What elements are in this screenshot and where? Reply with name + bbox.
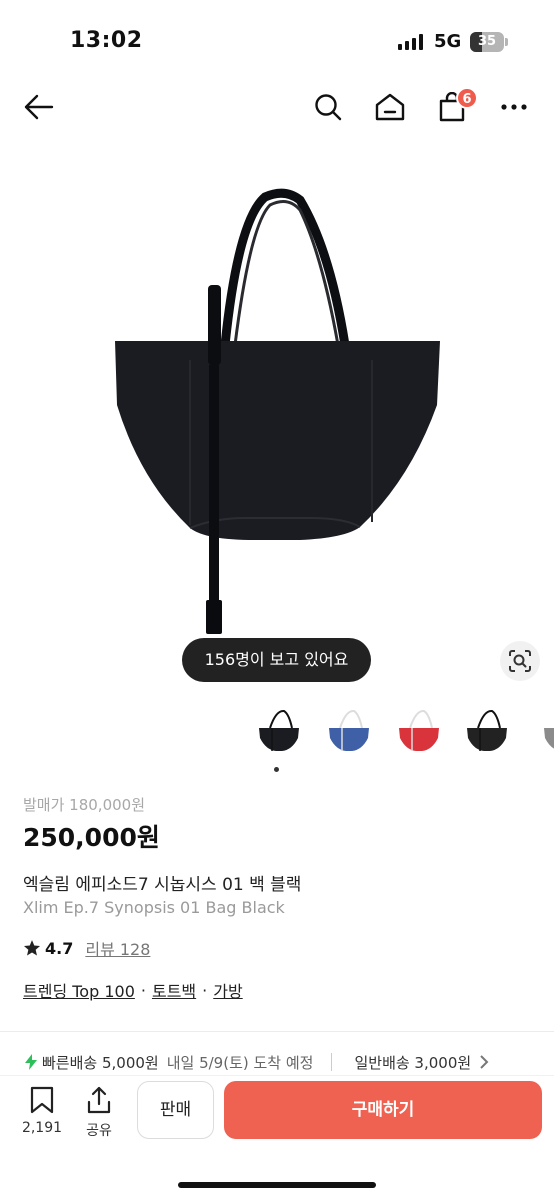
buy-button[interactable]: 구매하기 <box>224 1081 542 1139</box>
bookmark-icon <box>30 1086 54 1114</box>
status-bar: 13:02 5G 35 <box>0 0 554 80</box>
tag-bag[interactable]: 가방 <box>213 978 242 1002</box>
share-label: 공유 <box>86 1123 112 1139</box>
tote-bag-image <box>115 188 440 634</box>
product-name-en: Xlim Ep.7 Synopsis 01 Bag Black <box>23 898 285 917</box>
review-link[interactable]: 리뷰 128 <box>85 936 150 960</box>
color-thumbnail[interactable] <box>456 700 518 762</box>
tag-separator: · <box>140 980 146 1000</box>
status-time: 13:02 <box>70 28 143 53</box>
color-thumbnail[interactable] <box>318 700 380 762</box>
divider <box>0 1031 554 1032</box>
product-name-ko: 엑슬림 에피소드7 시놉시스 01 백 블랙 <box>23 875 302 895</box>
rating-row: 4.7 리뷰 128 <box>23 936 150 960</box>
star-icon <box>23 940 41 956</box>
normal-shipping-label: 일반배송 3,000원 <box>354 1053 472 1072</box>
battery-level: 35 <box>477 34 497 49</box>
product-image[interactable] <box>0 140 554 700</box>
fast-shipping-eta: 내일 5/9(토) 도착 예정 <box>166 1053 314 1072</box>
home-indicator <box>178 1182 376 1188</box>
original-price: 발매가 180,000원 <box>23 796 145 814</box>
signal-icon <box>398 34 423 50</box>
bookmark-button[interactable]: 2,191 <box>18 1086 66 1136</box>
color-thumbnail[interactable] <box>533 700 554 762</box>
shipping-options[interactable]: 빠른배송 5,000원 내일 5/9(토) 도착 예정 일반배송 3,000원 <box>24 1050 554 1074</box>
category-tags: 트렌딩 Top 100 · 토트백 · 가방 <box>23 978 243 1002</box>
bookmark-count: 2,191 <box>21 1120 63 1136</box>
bolt-icon <box>25 1054 37 1070</box>
sell-button[interactable]: 판매 <box>137 1081 214 1139</box>
share-icon <box>87 1086 111 1114</box>
rating-score: 4.7 <box>45 938 74 958</box>
tag-trending[interactable]: 트렌딩 Top 100 <box>23 978 135 1002</box>
tag-separator: · <box>202 980 208 1000</box>
lens-icon <box>509 650 531 672</box>
share-button[interactable]: 공유 <box>75 1086 123 1140</box>
fast-shipping-label: 빠른배송 5,000원 <box>42 1053 159 1072</box>
color-thumbnails <box>248 700 554 762</box>
battery-icon: 35 <box>470 32 504 52</box>
thumbnail-selected-indicator <box>274 767 279 772</box>
shipping-divider <box>331 1053 333 1071</box>
more-icon[interactable] <box>496 89 532 125</box>
tag-tote-bag[interactable]: 토트백 <box>152 978 196 1002</box>
color-thumbnail[interactable] <box>388 700 450 762</box>
price: 250,000원 <box>23 823 160 852</box>
chevron-right-icon <box>480 1055 489 1069</box>
lens-search-button[interactable] <box>500 641 540 681</box>
color-thumbnail[interactable] <box>248 700 310 762</box>
viewer-count-pill: 156명이 보고 있어요 <box>182 638 371 682</box>
cart-badge: 6 <box>456 87 478 109</box>
network-label: 5G <box>434 31 462 52</box>
home-icon[interactable] <box>372 89 408 125</box>
back-icon[interactable] <box>21 89 57 125</box>
battery-cap <box>505 38 508 46</box>
search-icon[interactable] <box>310 89 346 125</box>
